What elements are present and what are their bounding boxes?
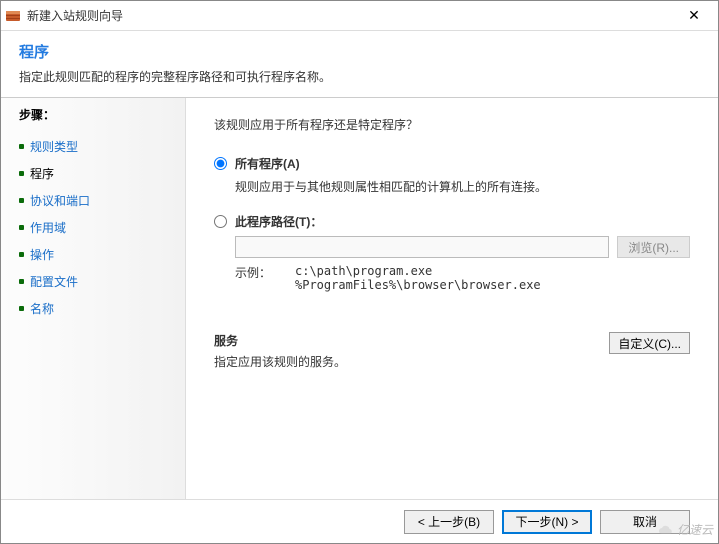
services-row: 服务 指定应用该规则的服务。 自定义(C)... <box>214 332 690 370</box>
services-title: 服务 <box>214 332 346 349</box>
next-button[interactable]: 下一步(N) > <box>502 510 592 534</box>
wizard-window: 新建入站规则向导 ✕ 程序 指定此规则匹配的程序的完整程序路径和可执行程序名称。… <box>0 0 719 544</box>
question-text: 该规则应用于所有程序还是特定程序？ <box>214 116 690 133</box>
page-subtitle: 指定此规则匹配的程序的完整程序路径和可执行程序名称。 <box>19 68 700 85</box>
close-button[interactable]: ✕ <box>674 2 714 30</box>
step-profile[interactable]: 配置文件 <box>19 268 185 295</box>
back-button[interactable]: < 上一步(B) <box>404 510 494 534</box>
bullet-icon <box>19 306 24 311</box>
watermark-text: 亿速云 <box>677 521 713 538</box>
step-program[interactable]: 程序 <box>19 160 185 187</box>
bullet-icon <box>19 198 24 203</box>
example-text: c:\path\program.exe %ProgramFiles%\brows… <box>295 264 541 292</box>
program-path-row: 浏览(R)... <box>235 236 690 258</box>
wizard-footer: < 上一步(B) 下一步(N) > 取消 <box>1 499 718 543</box>
browse-button[interactable]: 浏览(R)... <box>617 236 690 258</box>
option-all-programs-label: 所有程序(A) <box>235 155 300 172</box>
steps-sidebar: 步骤： 规则类型 程序 协议和端口 作用域 操作 配置文件 名称 <box>1 98 186 499</box>
watermark: 亿速云 <box>657 521 713 538</box>
example-label: 示例： <box>235 264 295 292</box>
step-rule-type[interactable]: 规则类型 <box>19 133 185 160</box>
services-text: 服务 指定应用该规则的服务。 <box>214 332 346 370</box>
customize-button[interactable]: 自定义(C)... <box>609 332 690 354</box>
wizard-body: 步骤： 规则类型 程序 协议和端口 作用域 操作 配置文件 名称 该规则应用于所… <box>1 97 718 499</box>
bullet-icon <box>19 225 24 230</box>
page-title: 程序 <box>19 41 700 62</box>
steps-list: 规则类型 程序 协议和端口 作用域 操作 配置文件 名称 <box>19 133 185 322</box>
window-title: 新建入站规则向导 <box>27 7 674 24</box>
step-name[interactable]: 名称 <box>19 295 185 322</box>
radio-all-programs[interactable] <box>214 157 227 170</box>
services-desc: 指定应用该规则的服务。 <box>214 353 346 370</box>
close-icon: ✕ <box>688 7 700 24</box>
program-path-input[interactable] <box>235 236 609 258</box>
step-action[interactable]: 操作 <box>19 241 185 268</box>
option-program-path-label: 此程序路径(T)： <box>235 213 322 230</box>
bullet-icon <box>19 252 24 257</box>
steps-title: 步骤： <box>19 106 185 123</box>
bullet-icon <box>19 279 24 284</box>
step-protocol-ports[interactable]: 协议和端口 <box>19 187 185 214</box>
firewall-icon <box>5 8 21 24</box>
cloud-icon <box>657 522 673 538</box>
radio-program-path[interactable] <box>214 215 227 228</box>
wizard-header: 程序 指定此规则匹配的程序的完整程序路径和可执行程序名称。 <box>1 31 718 97</box>
option-all-programs[interactable]: 所有程序(A) <box>214 155 690 172</box>
option-program-path[interactable]: 此程序路径(T)： <box>214 213 690 230</box>
example-row: 示例： c:\path\program.exe %ProgramFiles%\b… <box>235 264 690 292</box>
step-scope[interactable]: 作用域 <box>19 214 185 241</box>
bullet-icon <box>19 144 24 149</box>
main-panel: 该规则应用于所有程序还是特定程序？ 所有程序(A) 规则应用于与其他规则属性相匹… <box>186 98 718 499</box>
titlebar: 新建入站规则向导 ✕ <box>1 1 718 31</box>
option-all-programs-desc: 规则应用于与其他规则属性相匹配的计算机上的所有连接。 <box>235 178 690 195</box>
bullet-icon <box>19 171 24 176</box>
